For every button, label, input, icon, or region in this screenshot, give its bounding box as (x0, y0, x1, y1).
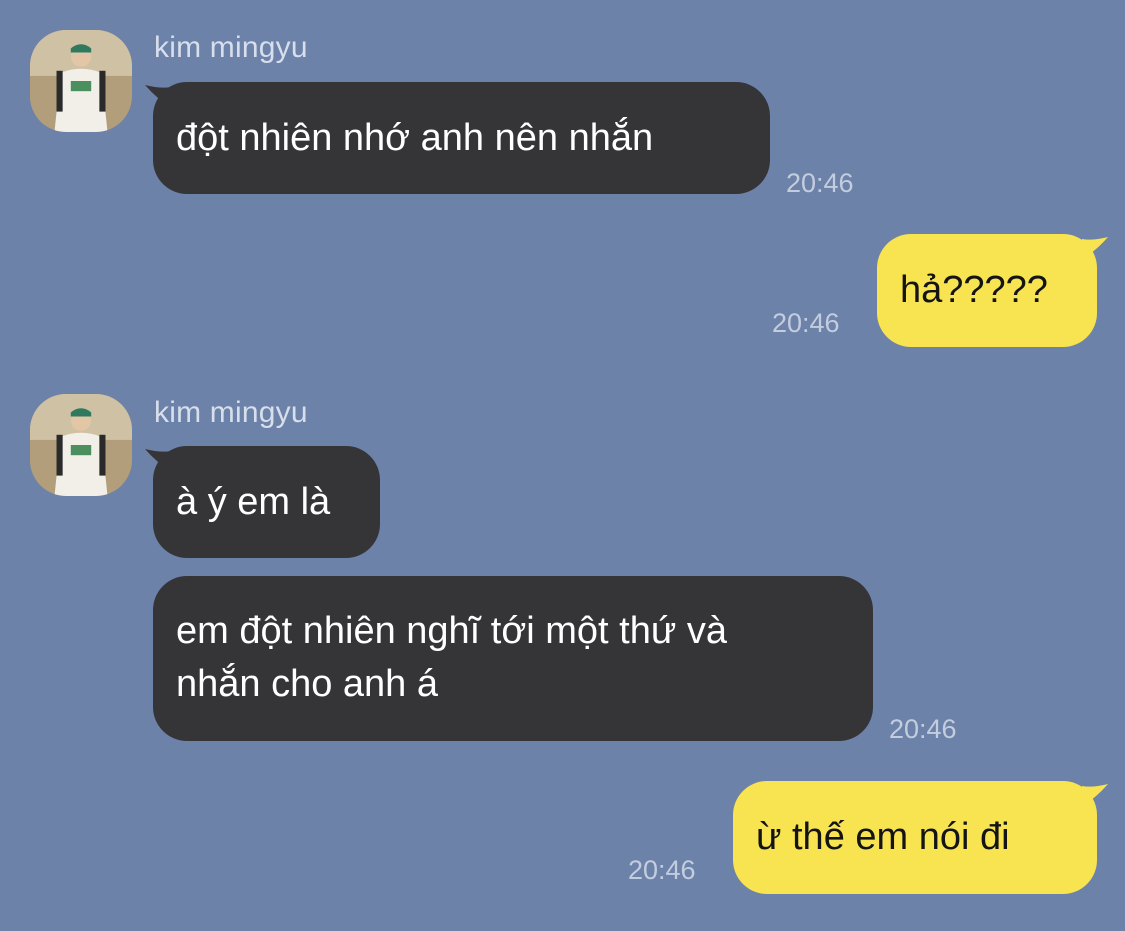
sender-avatar[interactable] (30, 30, 132, 132)
message-timestamp: 20:46 (889, 714, 957, 744)
incoming-message-bubble[interactable]: đột nhiên nhớ anh nên nhắn (153, 82, 770, 194)
message-timestamp: 20:46 (772, 308, 840, 338)
message-timestamp: 20:46 (786, 168, 854, 198)
incoming-message-bubble[interactable]: à ý em là (153, 446, 380, 558)
sender-avatar[interactable] (30, 394, 132, 496)
message-text: à ý em là (176, 481, 331, 523)
sender-name: kim mingyu (154, 396, 308, 429)
message-text: đột nhiên nhớ anh nên nhắn (176, 117, 654, 159)
message-text-line: nhắn cho anh á (176, 663, 439, 705)
incoming-message-bubble[interactable]: em đột nhiên nghĩ tới một thứ và nhắn ch… (153, 576, 873, 741)
person-photo-icon (30, 30, 132, 132)
outgoing-message-bubble[interactable]: hả????? (877, 234, 1097, 347)
person-photo-icon (30, 394, 132, 496)
message-text-line: em đột nhiên nghĩ tới một thứ và (176, 610, 727, 652)
outgoing-message-bubble[interactable]: ừ thế em nói đi (733, 781, 1097, 894)
message-timestamp: 20:46 (628, 855, 696, 885)
message-text: hả????? (900, 269, 1048, 311)
sender-name: kim mingyu (154, 31, 308, 64)
message-text: ừ thế em nói đi (756, 816, 1010, 858)
